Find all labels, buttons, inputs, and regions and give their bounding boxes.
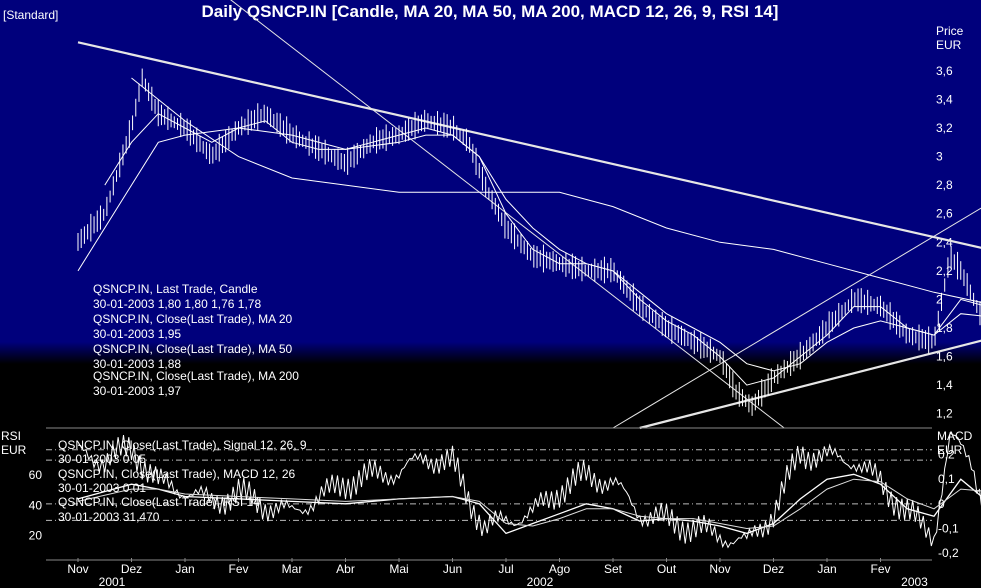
legend-candle-name: QSNCP.IN, Last Trade, Candle	[93, 282, 258, 296]
price-legend: QSNCP.IN, Last Trade, Candle 30-01-2003 …	[93, 282, 299, 398]
legend-signal-value: 30-01-2003 0,05	[58, 452, 146, 466]
legend-rsi-value: 30-01-2003 31,470	[58, 510, 160, 524]
rsi-axis-label: RSI	[1, 429, 21, 443]
price-tick-label: 2,8	[936, 178, 953, 192]
month-label: Dez	[121, 562, 142, 576]
rsi-tick-label: 40	[29, 498, 43, 512]
macd-tick-label: -0,1	[938, 521, 959, 535]
view-mode-label: [Standard]	[3, 8, 58, 22]
x-axis: Nov Dez Jan Fev Mar Abr Mai Jun Jul Ago Set Out Nov D…	[67, 558, 928, 588]
price-tick-label: 3,4	[936, 92, 953, 106]
year-label: 2003	[901, 575, 928, 588]
month-label: Fev	[228, 562, 248, 576]
month-label: Ago	[549, 562, 571, 576]
macd-tick-label: 0,1	[938, 472, 955, 486]
price-axis-ticks: 3,63,43,232,82,62,42,221,81,61,41,2	[936, 64, 953, 421]
legend-candle-value: 30-01-2003 1,80 1,80 1,76 1,78	[93, 297, 261, 311]
year-label: 2002	[527, 575, 554, 588]
month-label: Mai	[389, 562, 408, 576]
legend-ma20-name: QSNCP.IN, Close(Last Trade), MA 20	[93, 312, 293, 326]
legend-ma20-value: 30-01-2003 1,95	[93, 327, 181, 341]
legend-ma50-name: QSNCP.IN, Close(Last Trade), MA 50	[93, 342, 293, 356]
month-label: Nov	[67, 562, 88, 576]
macd-tick-label: -0,2	[938, 546, 959, 560]
month-label: Jul	[498, 562, 513, 576]
ma-line	[77, 127, 981, 372]
chart-title: Daily QSNCP.IN [Candle, MA 20, MA 50, MA…	[202, 2, 779, 21]
month-label: Nov	[709, 562, 730, 576]
trend-lines	[77, 0, 981, 430]
legend-macd-name: QSNCP.IN, Close(Last Trade), MACD 12, 26	[58, 467, 296, 481]
rsi-tick-label: 20	[29, 528, 43, 542]
stock-chart[interactable]: Daily QSNCP.IN [Candle, MA 20, MA 50, MA…	[0, 0, 981, 588]
legend-signal-name: QSNCP.IN, Close(Last Trade), Signal 12, …	[58, 438, 307, 452]
price-tick-label: 2,6	[936, 207, 953, 221]
month-label: Jun	[443, 562, 462, 576]
price-tick-label: 2,2	[936, 264, 953, 278]
rsi-axis-unit: EUR	[1, 443, 27, 457]
year-label: 2001	[99, 575, 126, 588]
price-tick-label: 3	[936, 150, 943, 164]
candles	[77, 68, 981, 416]
rsi-tick-label: 60	[29, 468, 43, 482]
trend-line	[230, 0, 785, 429]
month-label: Set	[604, 562, 623, 576]
legend-macd-value: 30-01-2003 0,01	[58, 481, 146, 495]
month-label: Jan	[817, 562, 836, 576]
month-label: Abr	[336, 562, 355, 576]
legend-rsi-name: QSNCP.IN, Close(Last Trade), RSI 14	[58, 495, 260, 509]
month-label: Fev	[870, 562, 890, 576]
macd-axis-label: MACD	[937, 429, 973, 443]
month-label: Dez	[763, 562, 784, 576]
trend-line	[612, 207, 981, 429]
month-label: Out	[657, 562, 677, 576]
price-tick-label: 1,4	[936, 378, 953, 392]
price-tick-label: 3,6	[936, 64, 953, 78]
price-axis-label: Price	[936, 24, 964, 38]
price-tick-label: 3,2	[936, 121, 953, 135]
month-label: Jan	[175, 562, 194, 576]
legend-ma200-name: QSNCP.IN, Close(Last Trade), MA 200	[93, 369, 299, 383]
price-axis-unit: EUR	[936, 38, 962, 52]
legend-ma200-value: 30-01-2003 1,97	[93, 384, 181, 398]
price-tick-label: 1,2	[936, 407, 953, 421]
month-label: Mar	[282, 562, 303, 576]
